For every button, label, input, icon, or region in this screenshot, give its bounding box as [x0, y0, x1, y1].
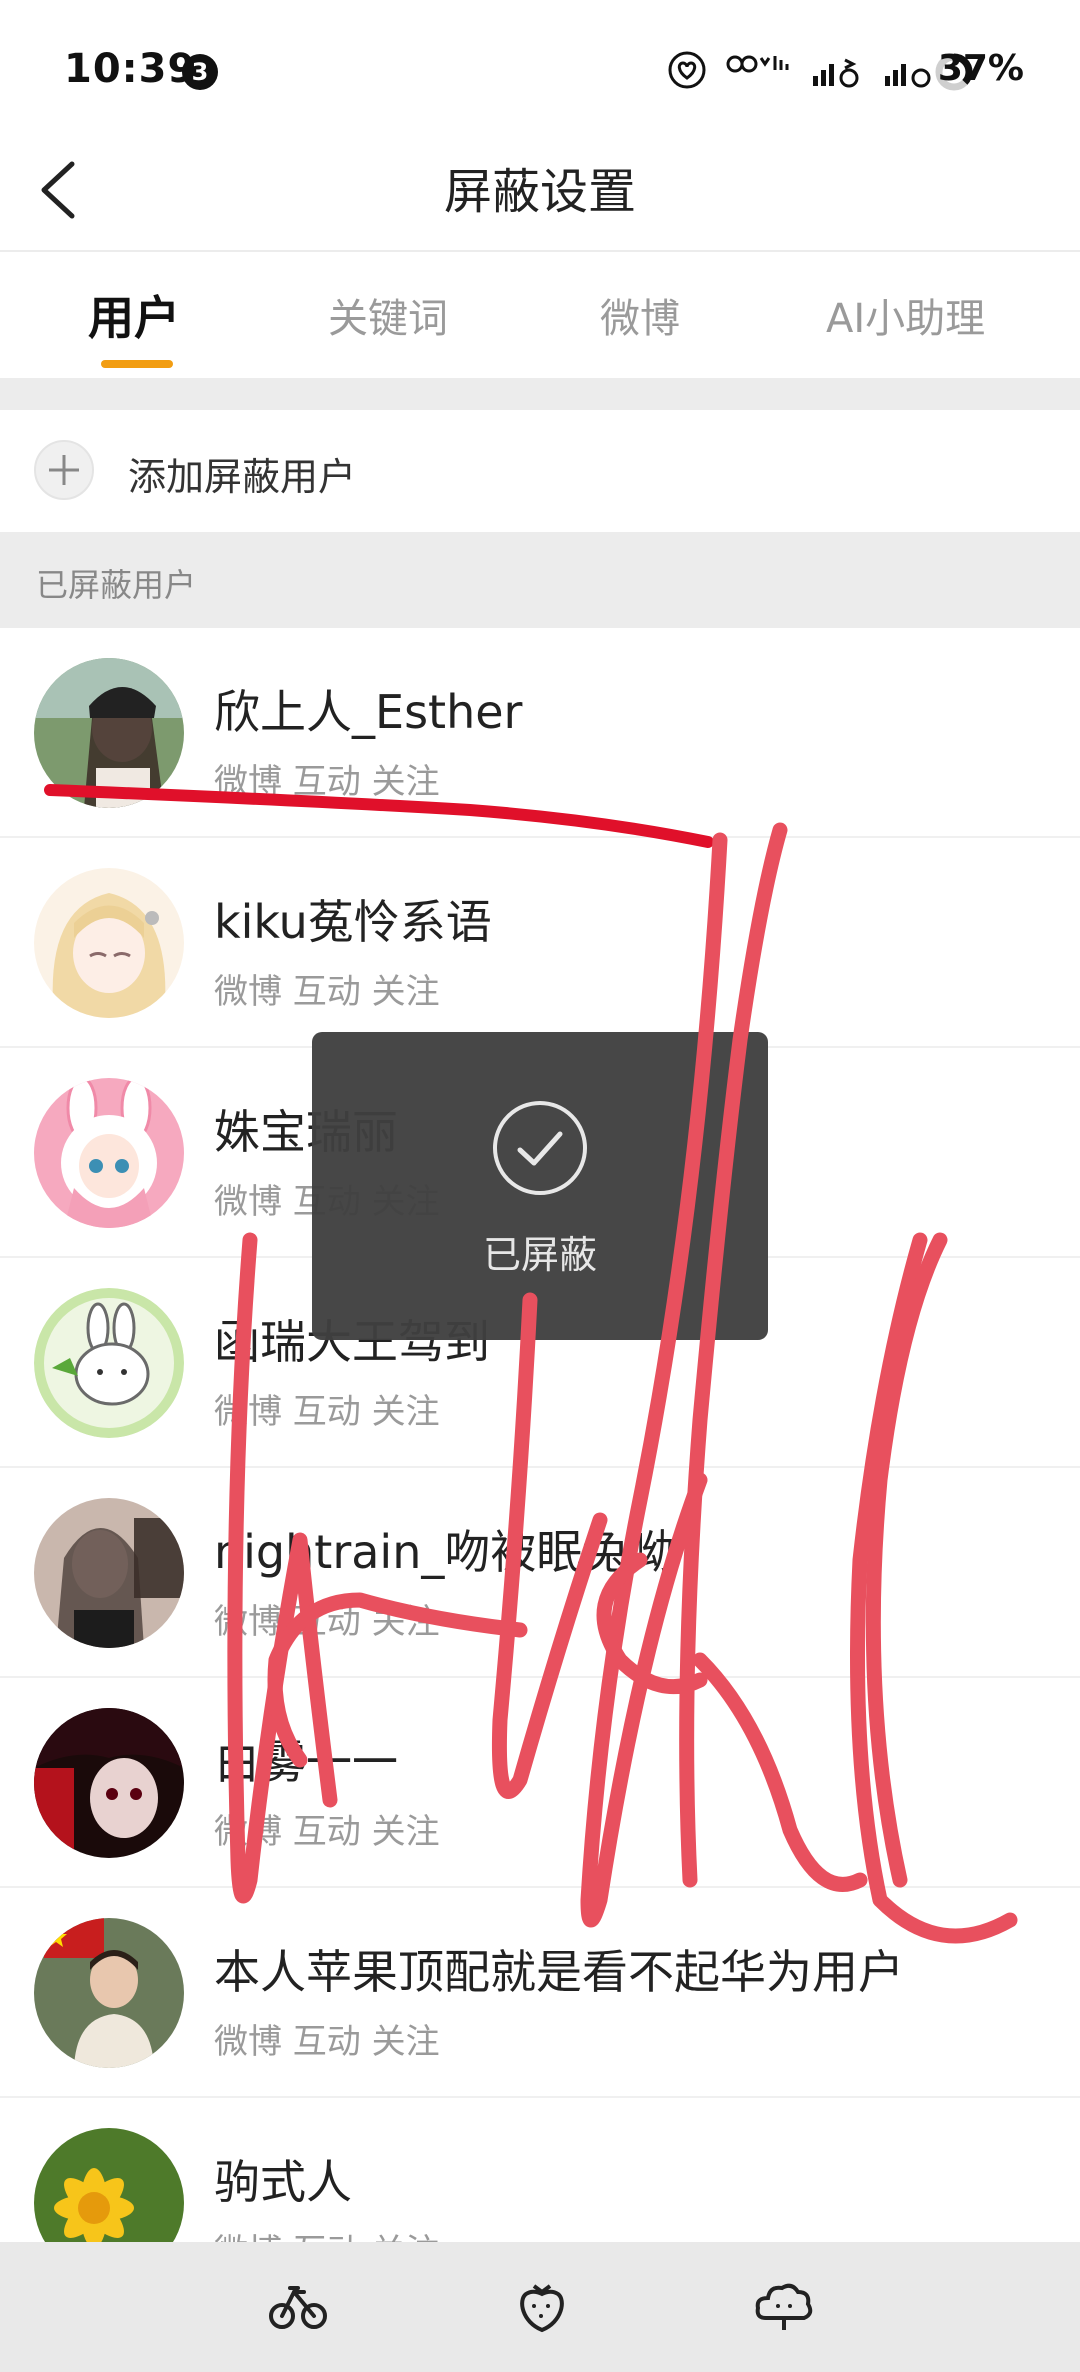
user-name: 本人苹果顶配就是看不起华为用户 — [214, 1945, 904, 1999]
user-name: 驹式人 — [214, 2155, 352, 2209]
user-name: kiku菟怜系语 — [214, 895, 492, 949]
bicycle-icon[interactable] — [268, 2278, 328, 2338]
page-title: 屏蔽设置 — [443, 164, 636, 220]
blocked-toast: 已屏蔽 — [312, 1032, 768, 1340]
avatar[interactable] — [34, 1288, 184, 1438]
toast-text: 已屏蔽 — [482, 1233, 597, 1277]
add-blocked-user-button[interactable]: 添加屏蔽用户 — [0, 410, 1080, 532]
avatar[interactable] — [34, 658, 184, 808]
notification-count-badge: 3 — [182, 54, 218, 90]
user-name: 白雾一一 — [214, 1735, 398, 1789]
list-item[interactable]: 本人苹果顶配就是看不起华为用户 微博 互动 关注 — [0, 1888, 1080, 2098]
user-meta: 微博 互动 关注 — [214, 2022, 440, 2062]
user-meta: 微博 互动 关注 — [214, 972, 440, 1012]
user-meta: 微博 互动 关注 — [214, 762, 440, 802]
bottom-bar — [0, 2242, 1080, 2372]
signal-icon-2 — [881, 52, 935, 88]
tab-ai-assistant[interactable]: AI小助理 — [826, 286, 985, 344]
user-meta: 微博 互动 关注 — [214, 1602, 440, 1642]
avatar[interactable] — [34, 1078, 184, 1228]
status-icons — [667, 48, 935, 92]
avatar[interactable] — [34, 868, 184, 1018]
flower-cloud-icon[interactable] — [752, 2278, 816, 2338]
list-item[interactable]: nightrain_吻被眠兔呦 微博 互动 关注 — [0, 1468, 1080, 1678]
user-meta: 微博 互动 关注 — [214, 1392, 440, 1432]
status-time: 10:39 — [64, 46, 197, 92]
mood-icon — [725, 52, 791, 88]
signal-icon — [809, 52, 863, 88]
blocked-user-list: 欣上人_Esther 微博 互动 关注 kiku菟怜系语 微博 互动 关注 姝宝… — [0, 628, 1080, 2308]
user-meta: 微博 互动 关注 — [214, 1812, 440, 1852]
user-name: 欣上人_Esther — [214, 685, 523, 739]
avatar[interactable] — [34, 1918, 184, 2068]
list-item[interactable]: kiku菟怜系语 微博 互动 关注 — [0, 838, 1080, 1048]
add-blocked-user-label: 添加屏蔽用户 — [128, 455, 357, 499]
list-item[interactable]: 欣上人_Esther 微博 互动 关注 — [0, 628, 1080, 838]
avatar[interactable] — [34, 1498, 184, 1648]
heart-ring-icon — [667, 50, 707, 90]
battery-percent: 37% — [937, 48, 1024, 89]
tab-keywords[interactable]: 关键词 — [328, 286, 448, 344]
section-gap — [0, 378, 1080, 410]
strawberry-icon[interactable] — [512, 2278, 572, 2338]
tab-weibo[interactable]: 微博 — [600, 286, 680, 344]
section-title: 已屏蔽用户 — [36, 566, 197, 604]
tab-users[interactable]: 用户 — [88, 282, 180, 348]
user-name: nightrain_吻被眠兔呦 — [214, 1525, 675, 1579]
plus-icon — [34, 440, 94, 500]
tab-bar: 用户 关键词 微博 AI小助理 — [0, 252, 1080, 376]
section-header: 已屏蔽用户 — [0, 532, 1080, 628]
active-tab-indicator — [101, 360, 173, 368]
status-bar: 10:39 3 37% — [0, 0, 1080, 140]
check-circle-icon — [492, 1100, 588, 1200]
avatar[interactable] — [34, 1708, 184, 1858]
list-item[interactable]: 白雾一一 微博 互动 关注 — [0, 1678, 1080, 1888]
